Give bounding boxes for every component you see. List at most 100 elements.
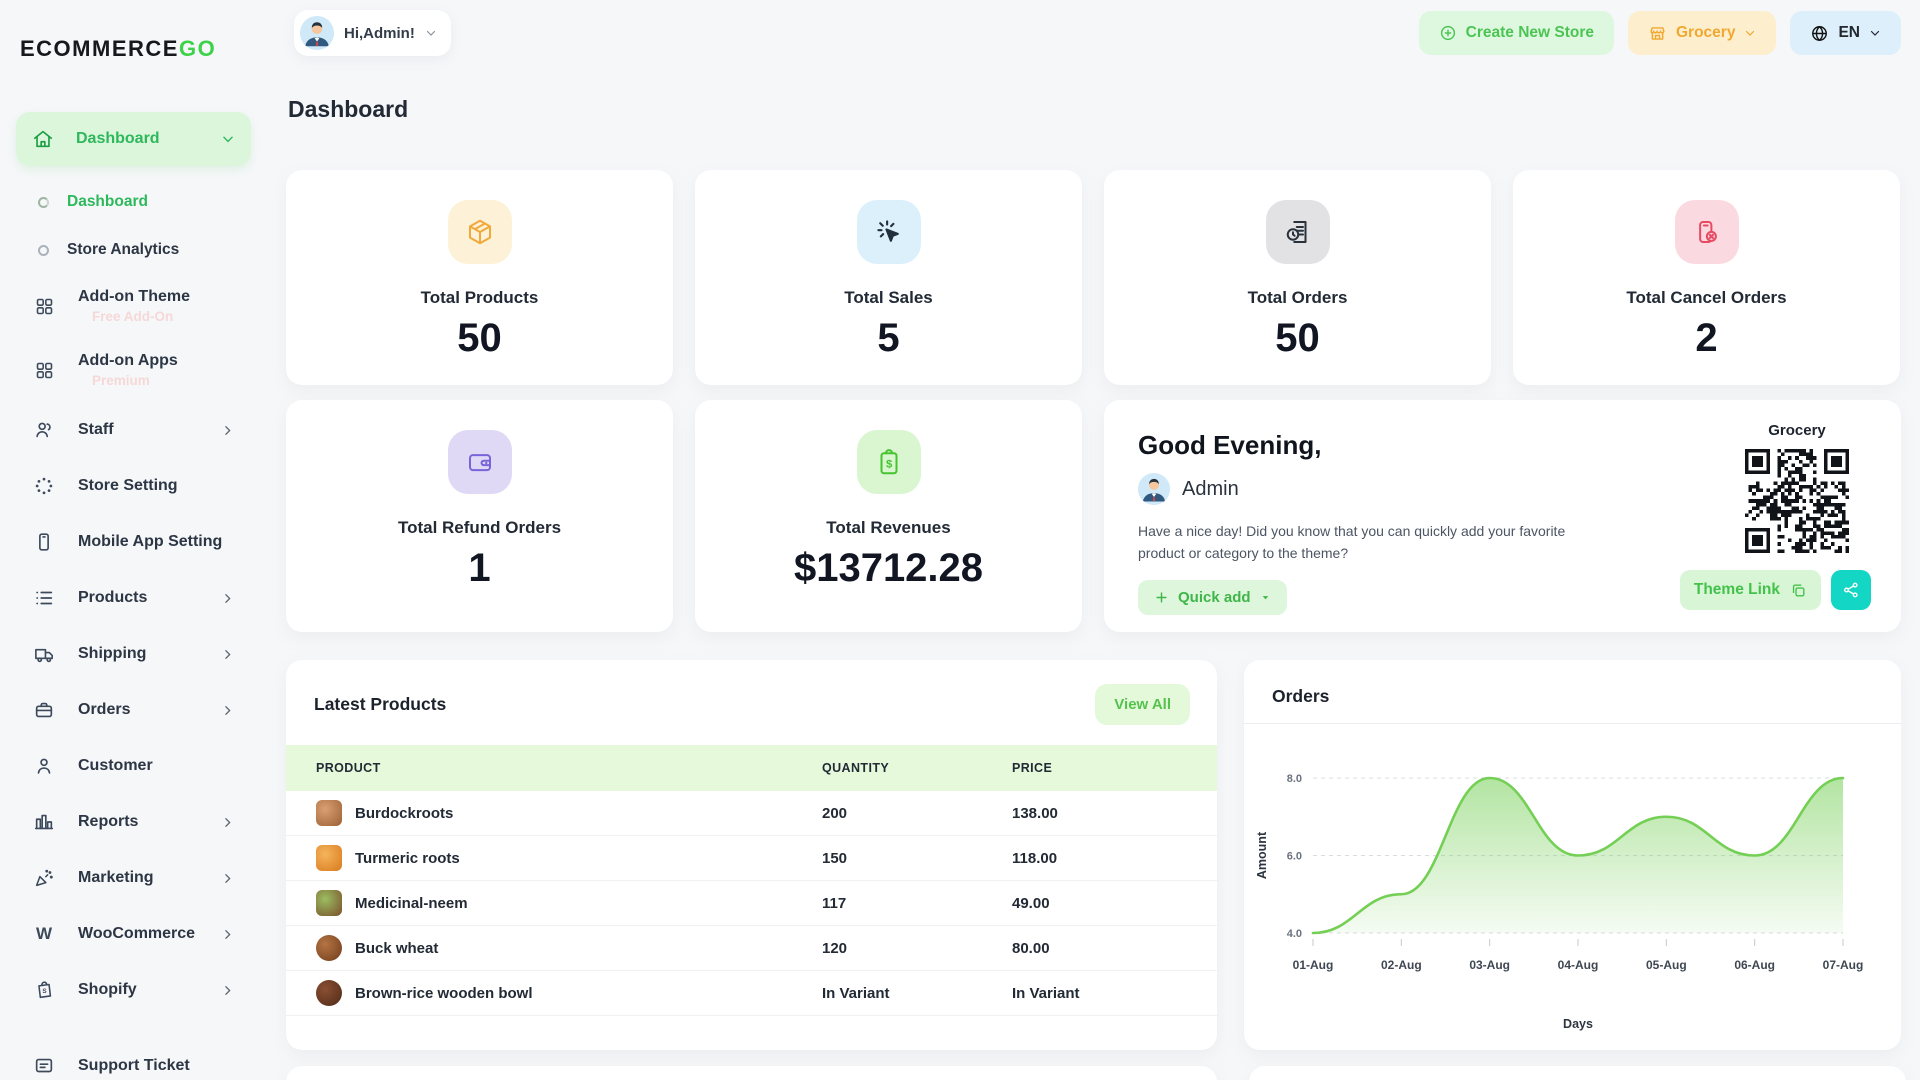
chevron-right-icon <box>221 928 235 941</box>
table-row[interactable]: Burdockroots 200 138.00 <box>286 791 1217 836</box>
sidebar-item-dashboard-sub[interactable]: Dashboard <box>16 178 251 226</box>
create-new-store-button[interactable]: Create New Store <box>1419 11 1614 55</box>
svg-text:6.0: 6.0 <box>1287 851 1302 863</box>
column-header-product: PRODUCT <box>316 761 822 775</box>
svg-text:S: S <box>42 988 47 995</box>
chevron-down-icon <box>1744 27 1756 39</box>
brand-primary: ECOMMERCE <box>20 36 179 61</box>
quick-add-button[interactable]: Quick add <box>1138 580 1287 615</box>
svg-text:Amount: Amount <box>1255 831 1269 879</box>
product-quantity: 117 <box>822 895 1012 912</box>
sidebar-item-label: Store Analytics <box>67 241 235 259</box>
theme-link-button[interactable]: Theme Link <box>1680 570 1821 610</box>
share-icon <box>1842 581 1860 599</box>
products-table-header: PRODUCT QUANTITY PRICE <box>286 745 1217 791</box>
stat-value: 50 <box>1275 316 1320 361</box>
product-name: Brown-rice wooden bowl <box>355 985 533 1002</box>
product-price: In Variant <box>1012 985 1217 1002</box>
plus-icon <box>1154 590 1169 605</box>
stats-row-2: Total Refund Orders 1 $ Total Revenues $… <box>286 400 1901 632</box>
store-selector-button[interactable]: Grocery <box>1628 11 1776 55</box>
language-selector-button[interactable]: EN <box>1790 11 1901 55</box>
sidebar-item-label: Dashboard <box>67 193 235 211</box>
stat-label: Total Cancel Orders <box>1626 288 1786 308</box>
table-row[interactable]: Medicinal-neem 117 49.00 <box>286 881 1217 926</box>
stats-row-1: Total Products 50 Total Sales 5 Total Or… <box>286 170 1900 385</box>
sidebar-item-dashboard[interactable]: Dashboard <box>16 112 251 166</box>
sidebar-item-label: Support Ticket <box>78 1057 235 1075</box>
sidebar-item-staff[interactable]: Staff <box>16 402 251 458</box>
stat-card-total-orders: Total Orders 50 <box>1104 170 1491 385</box>
product-name: Medicinal-neem <box>355 895 468 912</box>
sidebar-item-addon-apps[interactable]: Add-on Apps Premium <box>16 338 251 402</box>
product-name: Buck wheat <box>355 940 438 957</box>
home-icon <box>32 128 54 150</box>
person-icon <box>32 754 56 778</box>
svg-text:8.0: 8.0 <box>1287 773 1302 785</box>
sidebar-item-store-setting[interactable]: Store Setting <box>16 458 251 514</box>
svg-text:02-Aug: 02-Aug <box>1381 958 1422 972</box>
product-price: 49.00 <box>1012 895 1217 912</box>
table-row[interactable]: Buck wheat 120 80.00 <box>286 926 1217 971</box>
share-button[interactable] <box>1831 570 1871 610</box>
stat-value: 1 <box>468 546 490 591</box>
brand-logo[interactable]: ECOMMERCEGO <box>20 36 216 62</box>
theme-link-label: Theme Link <box>1694 581 1780 599</box>
sidebar-item-mobile-app-setting[interactable]: Mobile App Setting <box>16 514 251 570</box>
stat-card-total-sales: Total Sales 5 <box>695 170 1082 385</box>
chevron-right-icon <box>221 648 235 661</box>
sidebar-item-products[interactable]: Products <box>16 570 251 626</box>
sidebar-item-reports[interactable]: Reports <box>16 794 251 850</box>
view-all-button[interactable]: View All <box>1095 684 1190 725</box>
sidebar-item-shopify[interactable]: S Shopify <box>16 962 251 1018</box>
greeting-card: Good Evening, Admin Have a nice day! Did… <box>1104 400 1901 632</box>
svg-text:03-Aug: 03-Aug <box>1469 958 1510 972</box>
sidebar-item-label: Shipping <box>78 645 221 663</box>
wallet-icon <box>448 430 512 494</box>
product-price: 138.00 <box>1012 805 1217 822</box>
revenue-clipboard-icon: $ <box>857 430 921 494</box>
sidebar-item-shipping[interactable]: Shipping <box>16 626 251 682</box>
sidebar-item-label: WooCommerce <box>78 925 221 943</box>
qr-code <box>1745 449 1849 553</box>
product-quantity: In Variant <box>822 985 1012 1002</box>
content-row: Latest Products View All PRODUCT QUANTIT… <box>286 660 1901 1050</box>
stat-label: Total Orders <box>1248 288 1348 308</box>
sidebar-item-label: Mobile App Setting <box>78 533 235 551</box>
table-row[interactable]: Brown-rice wooden bowl In Variant In Var… <box>286 971 1217 1016</box>
sidebar-item-store-analytics[interactable]: Store Analytics <box>16 226 251 274</box>
order-document-icon <box>1266 200 1330 264</box>
svg-text:06-Aug: 06-Aug <box>1734 958 1775 972</box>
admin-avatar <box>1138 473 1170 505</box>
table-row[interactable]: Turmeric roots 150 118.00 <box>286 836 1217 881</box>
sidebar-item-addon-theme[interactable]: Add-on Theme Free Add-On <box>16 274 251 338</box>
woocommerce-icon: W <box>32 922 56 946</box>
sidebar-item-label: Orders <box>78 701 221 719</box>
sidebar-item-customer[interactable]: Customer <box>16 738 251 794</box>
mobile-icon <box>32 530 56 554</box>
ring-icon <box>38 197 49 208</box>
below-fold-row <box>286 1066 1906 1080</box>
chevron-down-icon <box>221 132 235 146</box>
column-header-price: PRICE <box>1012 761 1217 775</box>
sidebar-item-support-ticket[interactable]: Support Ticket <box>16 1038 251 1080</box>
megaphone-icon <box>32 866 56 890</box>
stat-value: 5 <box>877 316 899 361</box>
product-price: 118.00 <box>1012 850 1217 867</box>
product-thumbnail <box>316 980 342 1006</box>
product-thumbnail <box>316 800 342 826</box>
orders-chart-card: Orders 8.06.04.001-Aug02-Aug03-Aug04-Aug… <box>1244 660 1901 1050</box>
sidebar-item-woocommerce[interactable]: W WooCommerce <box>16 906 251 962</box>
chevron-down-icon <box>425 27 437 39</box>
products-table: PRODUCT QUANTITY PRICE Burdockroots 200 … <box>286 745 1217 1016</box>
user-menu-chip[interactable]: Hi,Admin! <box>294 10 451 56</box>
chevron-right-icon <box>221 424 235 437</box>
product-name: Burdockroots <box>355 805 453 822</box>
sidebar-item-orders[interactable]: Orders <box>16 682 251 738</box>
ticket-icon <box>32 1054 56 1078</box>
partial-card <box>1249 1066 1906 1080</box>
stat-label: Total Products <box>421 288 539 308</box>
sidebar-item-marketing[interactable]: Marketing <box>16 850 251 906</box>
quick-add-label: Quick add <box>1178 589 1251 606</box>
sidebar-item-label: Marketing <box>78 869 221 887</box>
